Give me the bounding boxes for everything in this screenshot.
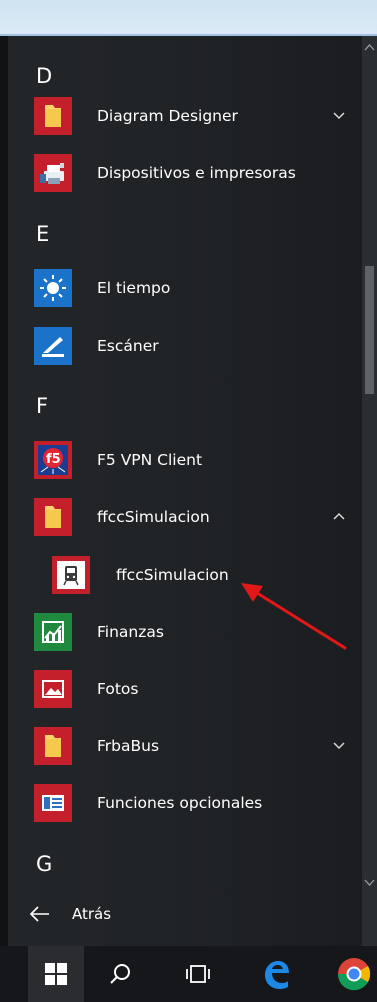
- app-label: ffccSimulacion: [97, 508, 210, 526]
- app-f5-vpn-client[interactable]: f5 F5 VPN Client: [32, 440, 357, 480]
- section-header-g[interactable]: G: [36, 852, 52, 876]
- app-label: FrbaBus: [97, 737, 160, 755]
- chevron-down-icon[interactable]: [331, 738, 347, 754]
- back-button[interactable]: Atrás: [28, 897, 188, 931]
- edge-button[interactable]: [248, 946, 304, 1002]
- search-button[interactable]: [92, 946, 148, 1002]
- app-label: Fotos: [97, 680, 139, 698]
- desktop-top-strip: [0, 0, 377, 36]
- scroll-up-icon[interactable]: [362, 40, 377, 56]
- folder-icon: [34, 97, 72, 135]
- app-escaner[interactable]: Escáner: [32, 326, 357, 366]
- app-el-tiempo[interactable]: El tiempo: [32, 268, 357, 308]
- svg-text:f5: f5: [46, 452, 61, 467]
- start-menu-screen: D Diagram Designer Dispositivos e impres…: [0, 0, 377, 1002]
- app-finanzas[interactable]: Finanzas: [32, 612, 357, 652]
- train-icon: [52, 556, 90, 594]
- app-ffccsimulacion[interactable]: ffccSimulacion: [32, 555, 357, 595]
- f5-logo-icon: f5: [34, 441, 72, 479]
- search-icon: [110, 964, 130, 984]
- app-fotos[interactable]: Fotos: [32, 669, 357, 709]
- scroll-down-icon[interactable]: [362, 874, 377, 890]
- start-button[interactable]: [28, 946, 84, 1002]
- back-label: Atrás: [72, 905, 112, 923]
- section-header-e[interactable]: E: [36, 222, 49, 246]
- app-label: F5 VPN Client: [97, 451, 203, 469]
- app-label: ffccSimulacion: [116, 566, 229, 584]
- taskbar: [0, 946, 377, 1002]
- app-label: Escáner: [97, 337, 159, 355]
- scanner-icon: [34, 327, 72, 365]
- app-diagram-designer[interactable]: Diagram Designer: [32, 96, 357, 136]
- chart-icon: [34, 613, 72, 651]
- top-edge-line: [0, 34, 377, 36]
- scroll-thumb[interactable]: [365, 266, 374, 394]
- folder-icon: [34, 727, 72, 765]
- windows-start-icon: [45, 963, 67, 985]
- folder-icon: [34, 498, 72, 536]
- chrome-button[interactable]: [326, 946, 377, 1002]
- chrome-icon: [337, 958, 371, 991]
- section-header-d[interactable]: D: [36, 64, 52, 88]
- section-header-f[interactable]: F: [36, 394, 48, 418]
- edge-icon: [265, 961, 289, 989]
- chevron-down-icon[interactable]: [331, 108, 347, 124]
- arrow-left-icon: [29, 906, 49, 922]
- app-folder-ffccsimulacion[interactable]: ffccSimulacion: [32, 497, 357, 537]
- sun-icon: [34, 269, 72, 307]
- task-view-icon: [186, 965, 210, 983]
- app-funciones-opcionales[interactable]: Funciones opcionales: [32, 783, 357, 823]
- left-rail: [0, 36, 8, 946]
- app-frbabus[interactable]: FrbaBus: [32, 726, 357, 766]
- features-icon: [34, 784, 72, 822]
- printer-icon: [34, 154, 72, 192]
- app-label: Funciones opcionales: [97, 794, 263, 812]
- task-view-button[interactable]: [170, 946, 226, 1002]
- photo-icon: [34, 670, 72, 708]
- chevron-up-icon[interactable]: [331, 509, 347, 525]
- scrollbar[interactable]: [362, 36, 377, 946]
- app-label: El tiempo: [97, 279, 171, 297]
- app-label: Dispositivos e impresoras: [97, 164, 296, 182]
- app-label: Diagram Designer: [97, 107, 238, 125]
- app-dispositivos-impresoras[interactable]: Dispositivos e impresoras: [32, 153, 357, 193]
- app-label: Finanzas: [97, 623, 164, 641]
